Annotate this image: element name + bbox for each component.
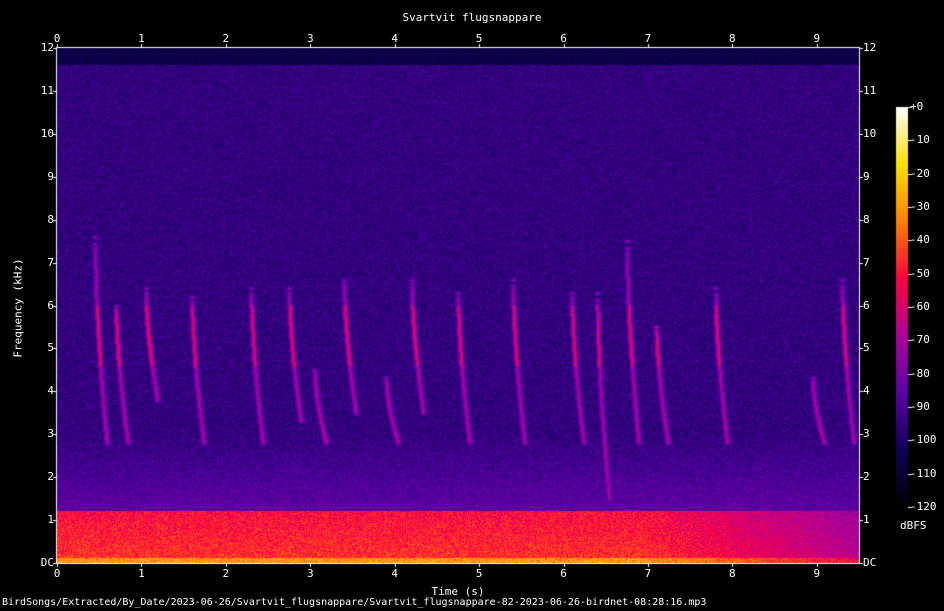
- x-tick-label-top: 2: [222, 32, 230, 45]
- colorbar-tick-label: -70: [910, 333, 930, 347]
- y-tick-label-right: 3: [863, 427, 870, 441]
- x-tick-label-top: 5: [475, 32, 483, 45]
- colorbar-tick-label: +0: [910, 100, 924, 113]
- x-tick-label-top: 6: [560, 32, 567, 45]
- x-tick-label-bottom: 7: [644, 567, 652, 580]
- y-tick-label-left: 12: [40, 41, 54, 54]
- y-tick-label-left: 3: [47, 427, 54, 441]
- x-tick-label-top: 1: [138, 32, 145, 45]
- y-tick-label-right: 8: [863, 212, 870, 226]
- y-tick-label-right: 6: [863, 298, 870, 312]
- y-tick-label-right: DC: [863, 556, 877, 569]
- y-tick-label-left: 10: [40, 126, 54, 140]
- colorbar-tick-label: -110: [910, 466, 937, 480]
- colorbar-tick-label: -50: [910, 266, 930, 280]
- y-tick-label-right: 7: [863, 255, 870, 269]
- x-tick-label-bottom: 1: [138, 567, 145, 580]
- y-tick-label-right: 2: [863, 470, 870, 484]
- x-tick-label-bottom: 3: [306, 567, 314, 580]
- colorbar-tick-label: -90: [910, 400, 930, 413]
- file-path: BirdSongs/Extracted/By_Date/2023-06-26/S…: [2, 597, 707, 608]
- colorbar-tick-label: -20: [910, 166, 930, 180]
- colorbar-tick-label: -80: [910, 366, 930, 380]
- y-tick-label-left: 7: [47, 255, 54, 269]
- x-tick-label-top: 8: [729, 32, 736, 45]
- x-tick-label-top: 7: [644, 32, 652, 45]
- spectrogram-plot: [0, 0, 944, 611]
- x-tick-label-bottom: 4: [391, 567, 398, 580]
- x-tick-label-bottom: 8: [729, 567, 736, 580]
- colorbar-tick-label: -120: [910, 500, 937, 513]
- colorbar-tick-label: -100: [910, 433, 937, 447]
- y-tick-label-right: 5: [863, 341, 870, 355]
- x-tick-label-top: 9: [813, 32, 821, 45]
- y-tick-label-right: 9: [863, 169, 870, 183]
- y-tick-label-left: 11: [40, 83, 54, 97]
- x-tick-label-bottom: 5: [475, 567, 483, 580]
- y-tick-label-left: 9: [47, 169, 54, 183]
- y-tick-label-right: 10: [863, 126, 877, 140]
- x-tick-label-bottom: 2: [222, 567, 230, 580]
- y-tick-label-left: DC: [40, 556, 54, 569]
- colorbar-tick-label: -10: [910, 133, 930, 147]
- colorbar-tick-label: -60: [910, 300, 930, 313]
- y-tick-label-right: 12: [863, 41, 877, 54]
- x-tick-label-bottom: 6: [560, 567, 567, 580]
- y-tick-label-right: 11: [863, 83, 877, 97]
- x-tick-label-top: 3: [306, 32, 314, 45]
- y-tick-label-left: 6: [47, 298, 54, 312]
- y-tick-label-left: 5: [47, 341, 54, 355]
- y-tick-label-left: 4: [47, 384, 54, 398]
- colorbar-tick-label: -40: [910, 233, 930, 247]
- y-tick-label-right: 4: [863, 384, 870, 398]
- chart-title: Svartvit flugsnappare: [402, 11, 542, 24]
- y-tick-label-left: 8: [47, 212, 54, 226]
- colorbar-tick-label: -30: [910, 200, 930, 213]
- y-tick-label-right: 1: [863, 513, 870, 527]
- y-tick-label-left: 1: [47, 513, 54, 527]
- x-tick-label-bottom: 9: [813, 567, 821, 580]
- y-tick-label-left: 2: [47, 470, 54, 484]
- x-tick-label-top: 4: [391, 32, 398, 45]
- colorbar-unit-label: dBFS: [900, 519, 927, 532]
